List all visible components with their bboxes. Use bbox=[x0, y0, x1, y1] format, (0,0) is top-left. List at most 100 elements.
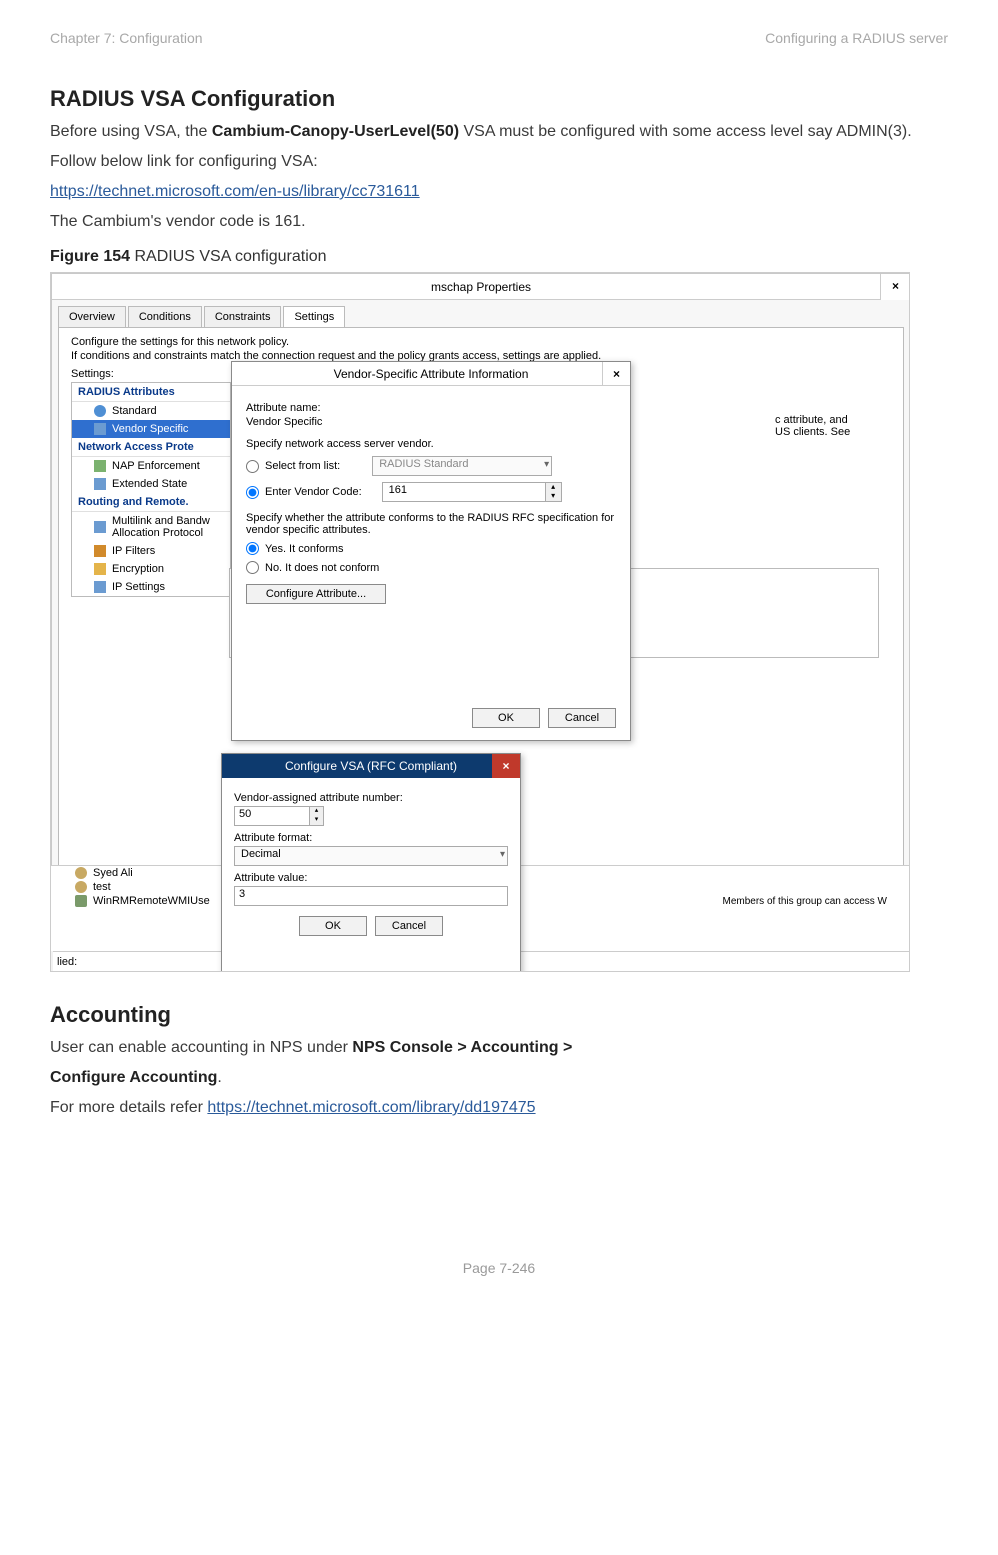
radio-label: No. It does not conform bbox=[265, 562, 379, 574]
close-icon[interactable]: × bbox=[602, 362, 630, 386]
attr-name-label: Attribute name: bbox=[246, 402, 616, 414]
user-icon bbox=[75, 867, 87, 879]
rfc-val-label: Attribute value: bbox=[234, 872, 508, 884]
close-icon[interactable]: × bbox=[492, 754, 520, 778]
link-technet-vsa[interactable]: https://technet.microsoft.com/en-us/libr… bbox=[50, 183, 420, 200]
lbl: Encryption bbox=[112, 563, 164, 575]
radio-input[interactable] bbox=[246, 486, 259, 499]
rfc-title-text: Configure VSA (RFC Compliant) bbox=[285, 759, 457, 773]
chevron-down-icon[interactable]: ▾ bbox=[546, 492, 561, 501]
radio-input[interactable] bbox=[246, 542, 259, 555]
spin-value: 50 bbox=[239, 808, 251, 820]
radio-label: Enter Vendor Code: bbox=[265, 486, 362, 498]
section-title-accounting: Accounting bbox=[50, 1002, 948, 1028]
configure-attribute-button[interactable]: Configure Attribute... bbox=[246, 584, 386, 604]
lbl: Extended State bbox=[112, 478, 187, 490]
group-desc-truncated: Members of this group can access W bbox=[722, 896, 887, 907]
chevron-up-icon[interactable]: ▴ bbox=[310, 807, 323, 816]
dialog-configure-vsa-rfc: Configure VSA (RFC Compliant) × Vendor-a… bbox=[221, 753, 521, 972]
lbl: Vendor Specific bbox=[112, 423, 188, 435]
close-icon[interactable]: × bbox=[880, 274, 910, 300]
txt: User can enable accounting in NPS under bbox=[50, 1039, 352, 1056]
spin-controls[interactable]: ▴▾ bbox=[545, 483, 561, 501]
radio-label: Yes. It conforms bbox=[265, 543, 343, 555]
group-routing-remote: Routing and Remote. bbox=[72, 493, 230, 512]
cancel-button[interactable]: Cancel bbox=[375, 916, 443, 936]
para-accounting-intro: User can enable accounting in NPS under … bbox=[50, 1036, 948, 1060]
spin-value: 161 bbox=[389, 484, 407, 496]
rfc-num-label: Vendor-assigned attribute number: bbox=[234, 792, 508, 804]
group-radius-attributes: RADIUS Attributes bbox=[72, 383, 230, 402]
policy-line1: Configure the settings for this network … bbox=[71, 336, 891, 348]
cancel-button[interactable]: Cancel bbox=[548, 708, 616, 728]
combo-value: RADIUS Standard bbox=[379, 458, 468, 470]
tab-overview[interactable]: Overview bbox=[58, 306, 126, 327]
radio-no-conform[interactable]: No. It does not conform bbox=[246, 561, 616, 574]
radio-yes-conforms[interactable]: Yes. It conforms bbox=[246, 542, 616, 555]
lbl: NAP Enforcement bbox=[112, 460, 200, 472]
user-name: WinRMRemoteWMIUse bbox=[93, 895, 210, 907]
user-icon bbox=[75, 881, 87, 893]
radio-select-from-list[interactable]: Select from list: RADIUS Standard ▾ bbox=[246, 456, 616, 476]
side-item-multilink[interactable]: Multilink and Bandw Allocation Protocol bbox=[72, 512, 230, 542]
radio-input[interactable] bbox=[246, 460, 259, 473]
rfc-num-input[interactable]: 50 ▴▾ bbox=[234, 806, 324, 826]
figure-radius-vsa: mschap Properties × Overview Conditions … bbox=[50, 272, 910, 972]
vendor-select-combo[interactable]: RADIUS Standard ▾ bbox=[372, 456, 552, 476]
lbl: IP Filters bbox=[112, 545, 155, 557]
link-technet-accounting[interactable]: https://technet.microsoft.com/library/dd… bbox=[207, 1099, 535, 1116]
radio-input[interactable] bbox=[246, 561, 259, 574]
lbl: IP Settings bbox=[112, 581, 165, 593]
chevron-down-icon[interactable]: ▾ bbox=[310, 816, 323, 825]
figure-text: RADIUS VSA configuration bbox=[130, 248, 327, 265]
header-left: Chapter 7: Configuration bbox=[50, 30, 203, 46]
header-right: Configuring a RADIUS server bbox=[765, 30, 948, 46]
radio-label: Select from list: bbox=[265, 460, 340, 472]
user-name: Syed Ali bbox=[93, 867, 133, 879]
nps-path-bold: NPS Console > Accounting > bbox=[352, 1039, 572, 1056]
vendor-code-input[interactable]: 161 ▴▾ bbox=[382, 482, 562, 502]
rfc-format-combo[interactable]: Decimal▾ bbox=[234, 846, 508, 866]
tabs-row: Overview Conditions Constraints Settings bbox=[52, 300, 910, 327]
settings-side-list: RADIUS Attributes Standard Vendor Specif… bbox=[71, 382, 231, 597]
rfc-value-input[interactable]: 3 bbox=[234, 886, 508, 906]
rfc-fmt-label: Attribute format: bbox=[234, 832, 508, 844]
group-icon bbox=[75, 895, 87, 907]
txt: VSA must be configured with some access … bbox=[459, 123, 912, 140]
side-item-nap[interactable]: NAP Enforcement bbox=[72, 457, 230, 475]
para-vsa-intro: Before using VSA, the Cambium-Canopy-Use… bbox=[50, 120, 948, 144]
chevron-down-icon: ▾ bbox=[500, 849, 505, 860]
side-item-ip-filters[interactable]: IP Filters bbox=[72, 542, 230, 560]
lbl: Multilink and Bandw Allocation Protocol bbox=[112, 515, 210, 539]
nap-icon bbox=[94, 460, 106, 472]
filter-icon bbox=[94, 545, 106, 557]
side-item-encryption[interactable]: Encryption bbox=[72, 560, 230, 578]
ok-button[interactable]: OK bbox=[472, 708, 540, 728]
tab-settings[interactable]: Settings bbox=[283, 306, 345, 327]
side-item-vendor-specific[interactable]: Vendor Specific bbox=[72, 420, 230, 438]
configure-accounting-bold: Configure Accounting bbox=[50, 1069, 217, 1086]
side-item-extended-state[interactable]: Extended State bbox=[72, 475, 230, 493]
spin-controls[interactable]: ▴▾ bbox=[309, 807, 323, 825]
group-network-access: Network Access Prote bbox=[72, 438, 230, 457]
radio-enter-vendor-code[interactable]: Enter Vendor Code: 161 ▴▾ bbox=[246, 482, 616, 502]
para-vendor-code: The Cambium's vendor code is 161. bbox=[50, 210, 948, 234]
vsa-name-bold: Cambium-Canopy-UserLevel(50) bbox=[212, 123, 459, 140]
txt: For more details refer bbox=[50, 1099, 207, 1116]
tab-conditions[interactable]: Conditions bbox=[128, 306, 202, 327]
txt: . bbox=[217, 1069, 221, 1086]
tab-constraints[interactable]: Constraints bbox=[204, 306, 282, 327]
ok-button[interactable]: OK bbox=[299, 916, 367, 936]
conform-label: Specify whether the attribute conforms t… bbox=[246, 512, 616, 536]
lock-icon bbox=[94, 563, 106, 575]
chevron-down-icon: ▾ bbox=[544, 459, 549, 470]
side-item-ip-settings[interactable]: IP Settings bbox=[72, 578, 230, 596]
user-name: test bbox=[93, 881, 111, 893]
mschap-title-text: mschap Properties bbox=[431, 280, 531, 294]
vendor-label: Specify network access server vendor. bbox=[246, 438, 616, 450]
multilink-icon bbox=[94, 521, 106, 533]
attr-name-value: Vendor Specific bbox=[246, 416, 616, 428]
txt: Before using VSA, the bbox=[50, 123, 212, 140]
side-item-standard[interactable]: Standard bbox=[72, 402, 230, 420]
lbl: Standard bbox=[112, 405, 157, 417]
